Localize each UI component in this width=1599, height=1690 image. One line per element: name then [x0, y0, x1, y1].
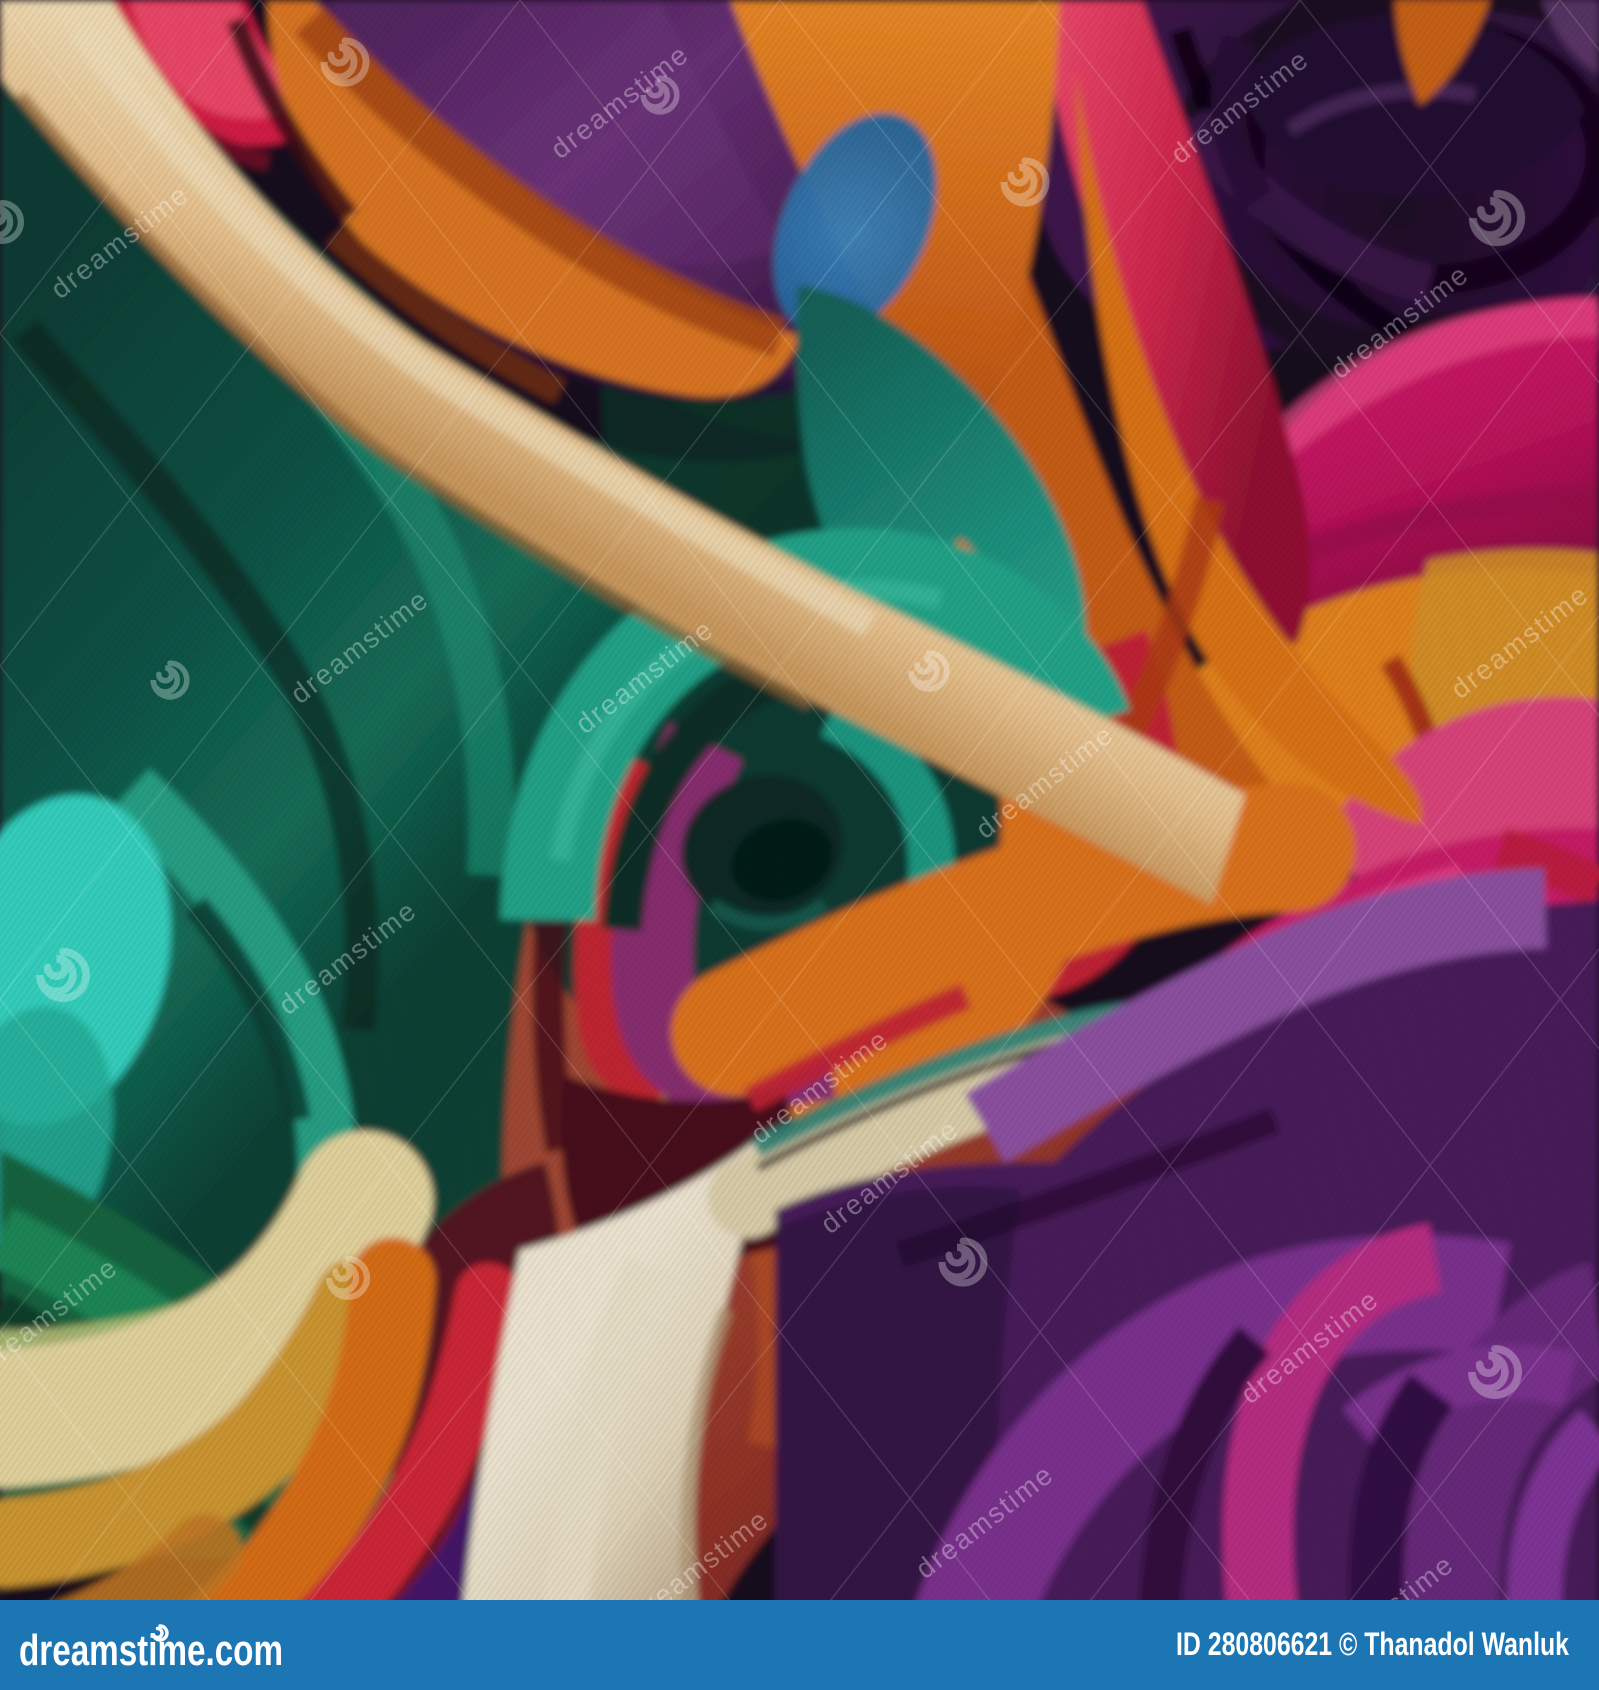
- svg-text:dreamstime.com: dreamstime.com: [19, 1626, 283, 1675]
- svg-text:ID 280806621 © Thanadol Wanluk: ID 280806621 © Thanadol Wanluk: [1176, 1626, 1569, 1662]
